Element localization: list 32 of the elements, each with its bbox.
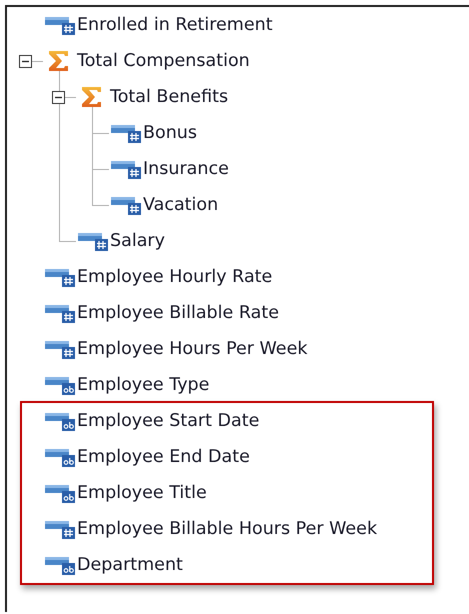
- number-field-icon: [45, 14, 76, 36]
- text-field-icon: [45, 554, 76, 576]
- tree-item-label[interactable]: Employee Title: [77, 483, 207, 503]
- collapse-toggle[interactable]: [52, 91, 65, 104]
- number-field-icon: [45, 302, 76, 324]
- number-field-icon: [111, 194, 142, 216]
- text-field-icon: [45, 374, 76, 396]
- tree-item-label[interactable]: Employee Billable Hours Per Week: [77, 519, 378, 539]
- tree-item-label[interactable]: Employee End Date: [77, 447, 250, 467]
- tree-item-label[interactable]: Total Benefits: [110, 87, 228, 107]
- tree-item-label[interactable]: Employee Type: [77, 375, 210, 395]
- number-field-icon: [45, 266, 76, 288]
- number-field-icon: [45, 338, 76, 360]
- number-field-icon: [45, 518, 76, 540]
- tree-item-label[interactable]: Total Compensation: [77, 51, 250, 71]
- tree-item-label[interactable]: Employee Start Date: [77, 411, 260, 431]
- number-field-icon: [111, 158, 142, 180]
- tree-item-label[interactable]: Employee Hourly Rate: [77, 267, 272, 287]
- number-field-icon: [111, 122, 142, 144]
- tree-item-label[interactable]: Department: [77, 555, 183, 575]
- number-field-icon: [78, 230, 109, 252]
- text-field-icon: [45, 410, 76, 432]
- tree-item-label[interactable]: Employee Billable Rate: [77, 303, 279, 323]
- text-field-icon: [45, 482, 76, 504]
- tree-item-label[interactable]: Bonus: [143, 123, 198, 143]
- tree-item-label[interactable]: Insurance: [143, 159, 229, 179]
- collapse-toggle[interactable]: [19, 55, 32, 68]
- tree-item-label[interactable]: Salary: [110, 231, 165, 251]
- tree-item-label[interactable]: Vacation: [143, 195, 218, 215]
- text-field-icon: [45, 446, 76, 468]
- tree-item-label[interactable]: Employee Hours Per Week: [77, 339, 308, 359]
- tree-item-label[interactable]: Enrolled in Retirement: [77, 15, 273, 35]
